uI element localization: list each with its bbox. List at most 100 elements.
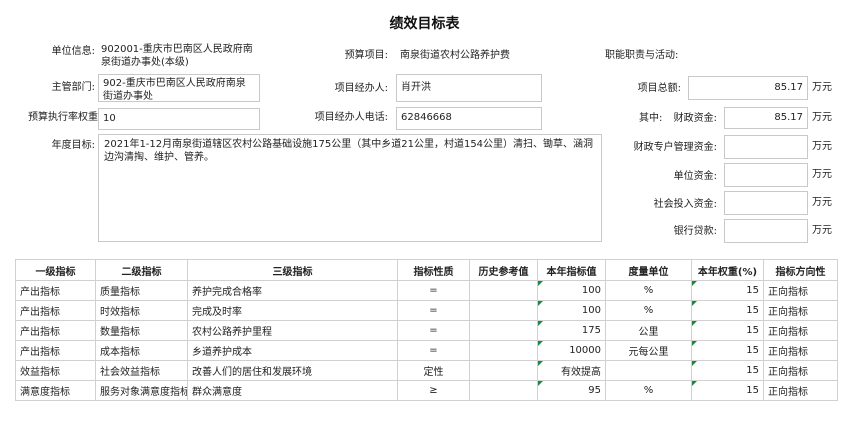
col-header-level1: 一级指标 [15, 259, 96, 281]
cell-target[interactable]: 95 [537, 380, 606, 401]
cell-unit[interactable]: % [605, 380, 692, 401]
cell-history[interactable] [469, 360, 538, 381]
cell-nature[interactable]: 定性 [397, 360, 470, 381]
cell-direction[interactable]: 正向指标 [763, 280, 838, 301]
table-header-row: 一级指标 二级指标 三级指标 指标性质 历史参考值 本年指标值 度量单位 本年权… [15, 259, 838, 281]
cell-level1: 产出指标 [15, 300, 96, 321]
project-manager-label: 项目经办人: [334, 83, 388, 94]
cell-weight[interactable]: 15 [691, 320, 764, 341]
cell-level3[interactable]: 养护完成合格率 [187, 280, 398, 301]
unit-funds-label: 单位资金: [673, 171, 717, 182]
col-header-unit: 度量单位 [605, 259, 692, 281]
supervisor-label: 主管部门: [51, 82, 95, 93]
col-header-target: 本年指标值 [537, 259, 606, 281]
col-header-level2: 二级指标 [95, 259, 188, 281]
table-row: 产出指标 数量指标 农村公路养护里程 = 175 公里 15 正向指标 [15, 320, 838, 341]
bank-loan-field[interactable] [724, 219, 808, 243]
cell-unit[interactable]: % [605, 280, 692, 301]
budget-exec-rate-field[interactable]: 10 [98, 108, 260, 130]
cell-history[interactable] [469, 300, 538, 321]
unit-funds-field[interactable] [724, 163, 808, 187]
project-total-label: 项目总额: [637, 83, 681, 94]
cell-unit[interactable] [605, 360, 692, 381]
cell-weight[interactable]: 15 [691, 360, 764, 381]
cell-history[interactable] [469, 280, 538, 301]
cell-target[interactable]: 有效提高 [537, 360, 606, 381]
cell-history[interactable] [469, 380, 538, 401]
social-invest-label: 社会投入资金: [653, 199, 717, 210]
cell-weight[interactable]: 15 [691, 340, 764, 361]
table-row: 效益指标 社会效益指标 改善人们的居住和发展环境 定性 有效提高 15 正向指标 [15, 360, 838, 381]
table-row: 产出指标 成本指标 乡道养护成本 = 10000 元每公里 15 正向指标 [15, 340, 838, 361]
cell-target[interactable]: 100 [537, 280, 606, 301]
cell-weight[interactable]: 15 [691, 380, 764, 401]
cell-level1: 产出指标 [15, 340, 96, 361]
cell-direction[interactable]: 正向指标 [763, 340, 838, 361]
cell-level3[interactable]: 改善人们的居住和发展环境 [187, 360, 398, 381]
cell-level1: 产出指标 [15, 280, 96, 301]
col-header-direction: 指标方向性 [763, 259, 838, 281]
annual-goal-field[interactable]: 2021年1-12月南泉街道辖区农村公路基础设施175公里（其中乡道21公里，村… [98, 134, 602, 242]
fiscal-special-label: 财政专户管理资金: [633, 142, 717, 153]
cell-unit[interactable]: 元每公里 [605, 340, 692, 361]
manager-phone-label: 项目经办人电话: [314, 112, 388, 123]
cell-direction[interactable]: 正向指标 [763, 380, 838, 401]
manager-phone-field[interactable]: 62846668 [396, 107, 542, 130]
cell-level3[interactable]: 乡道养护成本 [187, 340, 398, 361]
cell-level2: 数量指标 [95, 320, 188, 341]
project-total-unit: 万元 [812, 82, 832, 93]
supervisor-field[interactable]: 902-重庆市巴南区人民政府南泉街道办事处 [98, 74, 260, 102]
cell-history[interactable] [469, 340, 538, 361]
indicator-table: 一级指标 二级指标 三级指标 指标性质 历史参考值 本年指标值 度量单位 本年权… [15, 259, 838, 401]
cell-nature[interactable]: = [397, 280, 470, 301]
col-header-history: 历史参考值 [469, 259, 538, 281]
cell-level3[interactable]: 群众满意度 [187, 380, 398, 401]
cell-level2: 社会效益指标 [95, 360, 188, 381]
social-invest-field[interactable] [724, 191, 808, 215]
cell-level1: 满意度指标 [15, 380, 96, 401]
cell-unit[interactable]: 公里 [605, 320, 692, 341]
fiscal-special-field[interactable] [724, 135, 808, 159]
duty-label: 职能职责与活动: [605, 50, 679, 61]
unit-info-label: 单位信息: [51, 46, 95, 57]
budget-exec-rate-label: 预算执行率权重 [28, 112, 98, 123]
cell-target[interactable]: 10000 [537, 340, 606, 361]
fiscal-special-unit: 万元 [812, 141, 832, 152]
budget-project-value: 南泉街道农村公路养护费 [400, 50, 510, 61]
cell-direction[interactable]: 正向指标 [763, 360, 838, 381]
cell-weight[interactable]: 15 [691, 300, 764, 321]
fiscal-funds-label: 财政资金: [673, 113, 717, 124]
cell-level1: 产出指标 [15, 320, 96, 341]
table-row: 产出指标 时效指标 完成及时率 = 100 % 15 正向指标 [15, 300, 838, 321]
fiscal-funds-unit: 万元 [812, 112, 832, 123]
cell-nature[interactable]: = [397, 320, 470, 341]
project-total-field[interactable]: 85.17 [688, 76, 808, 100]
cell-nature[interactable]: ≥ [397, 380, 470, 401]
cell-level3[interactable]: 农村公路养护里程 [187, 320, 398, 341]
annual-goal-label: 年度目标: [51, 140, 95, 151]
cell-nature[interactable]: = [397, 340, 470, 361]
unit-funds-unit: 万元 [812, 169, 832, 180]
cell-level2: 质量指标 [95, 280, 188, 301]
col-header-level3: 三级指标 [187, 259, 398, 281]
col-header-weight: 本年权重(%) [691, 259, 764, 281]
budget-project-label: 预算项目: [344, 50, 388, 61]
cell-target[interactable]: 175 [537, 320, 606, 341]
table-row: 产出指标 质量指标 养护完成合格率 = 100 % 15 正向指标 [15, 280, 838, 301]
cell-history[interactable] [469, 320, 538, 341]
cell-target[interactable]: 100 [537, 300, 606, 321]
fiscal-funds-field[interactable]: 85.17 [724, 107, 808, 129]
cell-level2: 服务对象满意度指标 [95, 380, 188, 401]
bank-loan-unit: 万元 [812, 225, 832, 236]
cell-unit[interactable]: % [605, 300, 692, 321]
cell-direction[interactable]: 正向指标 [763, 300, 838, 321]
cell-direction[interactable]: 正向指标 [763, 320, 838, 341]
cell-level1: 效益指标 [15, 360, 96, 381]
cell-nature[interactable]: = [397, 300, 470, 321]
social-invest-unit: 万元 [812, 197, 832, 208]
of-which-label: 其中: [639, 113, 663, 124]
cell-weight[interactable]: 15 [691, 280, 764, 301]
cell-level3[interactable]: 完成及时率 [187, 300, 398, 321]
col-header-nature: 指标性质 [397, 259, 470, 281]
project-manager-field[interactable]: 肖开洪 [396, 74, 542, 102]
